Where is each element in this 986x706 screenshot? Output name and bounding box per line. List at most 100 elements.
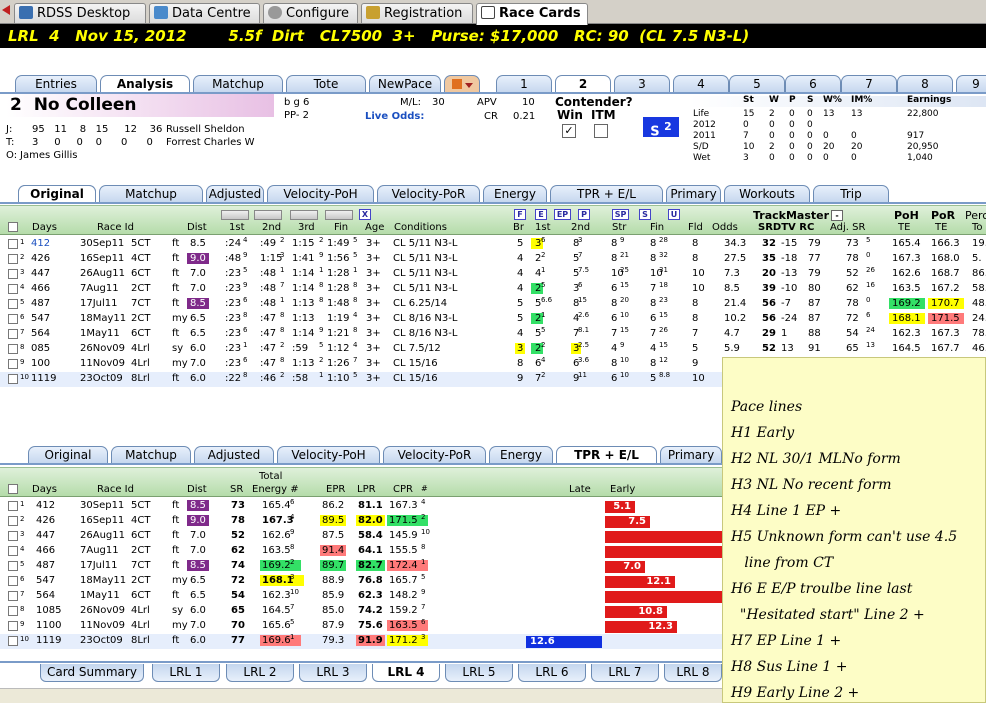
pace-letter[interactable]: F	[514, 209, 526, 220]
tab-analysis[interactable]: Analysis	[100, 75, 190, 93]
row-checkbox[interactable]	[8, 531, 18, 541]
tab-lrl-7[interactable]: LRL 7	[591, 664, 659, 682]
tab-horse-6[interactable]: 6	[785, 75, 841, 93]
row-checkbox[interactable]	[8, 314, 18, 324]
sort-button[interactable]	[290, 210, 318, 220]
row-checkbox[interactable]	[8, 374, 18, 384]
row-checkbox[interactable]	[8, 359, 18, 369]
tab-horse-9[interactable]: 9	[956, 75, 986, 93]
row-checkbox[interactable]	[8, 329, 18, 339]
tab-horse-2[interactable]: 2	[555, 75, 611, 93]
tab-primary-lower[interactable]: Primary	[660, 446, 722, 464]
tab-energy-lower[interactable]: Energy	[489, 446, 553, 464]
tab-lrl-2[interactable]: LRL 2	[226, 664, 294, 682]
sort-button[interactable]	[325, 210, 353, 220]
tab-race-cards[interactable]: Race Cards	[476, 3, 588, 25]
table-row[interactable]: 2 426 16Sep11 4CT ft 9.0:48 9 1:15 3 1:41 9 1:56 5 3+…	[0, 251, 986, 267]
tab-lrl-1[interactable]: LRL 1	[152, 664, 220, 682]
tab-velocity-poh[interactable]: Velocity-PoH	[267, 185, 374, 203]
pace-letter[interactable]: E	[535, 209, 547, 220]
table-row[interactable]: 4 466 7Aug11 2CT ft 7.0:23 9:48 7 1:14 8 1:28 8 3+ CL…	[0, 281, 986, 297]
tab-trip[interactable]: Trip	[813, 185, 889, 203]
tab-entries[interactable]: Entries	[15, 75, 97, 93]
itm-checkbox[interactable]	[594, 124, 608, 138]
tab-matchup-analysis[interactable]: Matchup	[99, 185, 203, 203]
tab-energy[interactable]: Energy	[483, 185, 547, 203]
pace-letter[interactable]: S	[639, 209, 651, 220]
row-checkbox[interactable]	[8, 621, 18, 631]
tab-tpr-el[interactable]: TPR + E/L	[550, 185, 663, 203]
select-all-checkbox-lower[interactable]	[8, 484, 18, 494]
sticky-note[interactable]: Pace lines H1 Early H2 NL 30/1 MLNo form…	[722, 357, 986, 703]
tab-lrl-4[interactable]: LRL 4	[372, 664, 440, 682]
tab-velocity-por[interactable]: Velocity-PoR	[377, 185, 480, 203]
pace-letter[interactable]: EP	[554, 209, 571, 220]
tab-velocity-poh-lower[interactable]: Velocity-PoH	[277, 446, 380, 464]
sort-button[interactable]	[254, 210, 282, 220]
table-cell: 4	[290, 513, 295, 521]
tab-lrl-5[interactable]: LRL 5	[445, 664, 513, 682]
tab-horse-4[interactable]: 4	[673, 75, 729, 93]
tab-configure[interactable]: Configure	[263, 3, 358, 23]
tab-horse-1[interactable]: 1	[496, 75, 552, 93]
row-checkbox[interactable]	[8, 254, 18, 264]
table-row[interactable]: 1 412 30Sep11 5CT ft 8.5:24 4:49 2 1:15 2 1:49 5 3+ C…	[0, 236, 986, 252]
tab-adjusted-lower[interactable]: Adjusted	[194, 446, 274, 464]
tab-workouts[interactable]: Workouts	[724, 185, 810, 203]
tab-card-summary[interactable]: Card Summary	[40, 664, 144, 682]
tab-rdss-desktop[interactable]: RDSS Desktop	[14, 3, 146, 23]
win-checkbox[interactable]: ✓	[562, 124, 576, 138]
close-icon[interactable]: X	[359, 209, 371, 220]
col-days: Days	[32, 222, 57, 233]
tab-horse-3[interactable]: 3	[614, 75, 670, 93]
tab-tpr-el-lower[interactable]: TPR + E/L	[556, 446, 657, 464]
flag-dropdown[interactable]	[444, 75, 480, 93]
minus-icon[interactable]: -	[831, 210, 843, 221]
tab-horse-8[interactable]: 8	[897, 75, 953, 93]
table-row[interactable]: 5 487 17Jul11 7CT ft 8.5:23 6:48 1 1:13 8 1:48 8 3+ C…	[0, 296, 986, 312]
tab-data-centre[interactable]: Data Centre	[149, 3, 260, 23]
tab-newpace[interactable]: NewPace	[369, 75, 441, 93]
row-checkbox[interactable]	[8, 501, 18, 511]
row-checkbox[interactable]	[8, 344, 18, 354]
pace-letter[interactable]: P	[578, 209, 590, 220]
tab-lrl-6[interactable]: LRL 6	[518, 664, 586, 682]
row-checkbox[interactable]	[8, 561, 18, 571]
row-checkbox[interactable]	[8, 239, 18, 249]
tab-velocity-por-lower[interactable]: Velocity-PoR	[383, 446, 486, 464]
horizontal-scrollbar[interactable]	[0, 688, 722, 703]
tab-adjusted[interactable]: Adjusted	[206, 185, 264, 203]
row-checkbox[interactable]	[8, 546, 18, 556]
tab-horse-5[interactable]: 5	[729, 75, 785, 93]
table-row[interactable]: 6 547 18May11 2CT my 6.5:23 8:47 8 1:13 1:19 4 3+ CL…	[0, 311, 986, 327]
col-early: Early	[610, 484, 636, 495]
table-row[interactable]: 3 447 26Aug11 6CT ft 7.0:23 5:48 1 1:14 1 1:28 1 3+ C…	[0, 266, 986, 282]
table-cell: 168.1	[889, 313, 925, 324]
tab-original-active[interactable]: Original	[18, 185, 96, 203]
row-checkbox[interactable]	[8, 269, 18, 279]
tab-matchup-lower[interactable]: Matchup	[111, 446, 191, 464]
row-checkbox[interactable]	[8, 606, 18, 616]
tab-lrl-3[interactable]: LRL 3	[299, 664, 367, 682]
tab-registration[interactable]: Registration	[361, 3, 473, 23]
table-row[interactable]: 7 564 1May11 6CT ft 6.5:23 6:47 8 1:14 9 1:21 8 3+ CL…	[0, 326, 986, 342]
tab-horse-7[interactable]: 7	[841, 75, 897, 93]
table-row[interactable]: 8 085 26Nov09 4Lrl sy 6.0:23 1:47 2:59 5 1:12 4 3+ C…	[0, 341, 986, 357]
row-checkbox[interactable]	[8, 299, 18, 309]
pace-letter[interactable]: U	[668, 209, 680, 220]
row-checkbox[interactable]	[8, 591, 18, 601]
pace-letter[interactable]: SP	[612, 209, 629, 220]
tab-original-lower[interactable]: Original	[28, 446, 108, 464]
tab-tote[interactable]: Tote	[286, 75, 366, 93]
days-cell: 426	[36, 515, 56, 526]
row-checkbox[interactable]	[8, 636, 18, 646]
row-checkbox[interactable]	[8, 516, 18, 526]
row-checkbox[interactable]	[8, 284, 18, 294]
tab-lrl-8[interactable]: LRL 8	[664, 664, 722, 682]
sort-button[interactable]	[221, 210, 249, 220]
tab-primary[interactable]: Primary	[666, 185, 721, 203]
back-arrow-icon[interactable]	[2, 5, 10, 15]
select-all-checkbox[interactable]	[8, 222, 18, 232]
row-checkbox[interactable]	[8, 576, 18, 586]
tab-matchup[interactable]: Matchup	[193, 75, 283, 93]
